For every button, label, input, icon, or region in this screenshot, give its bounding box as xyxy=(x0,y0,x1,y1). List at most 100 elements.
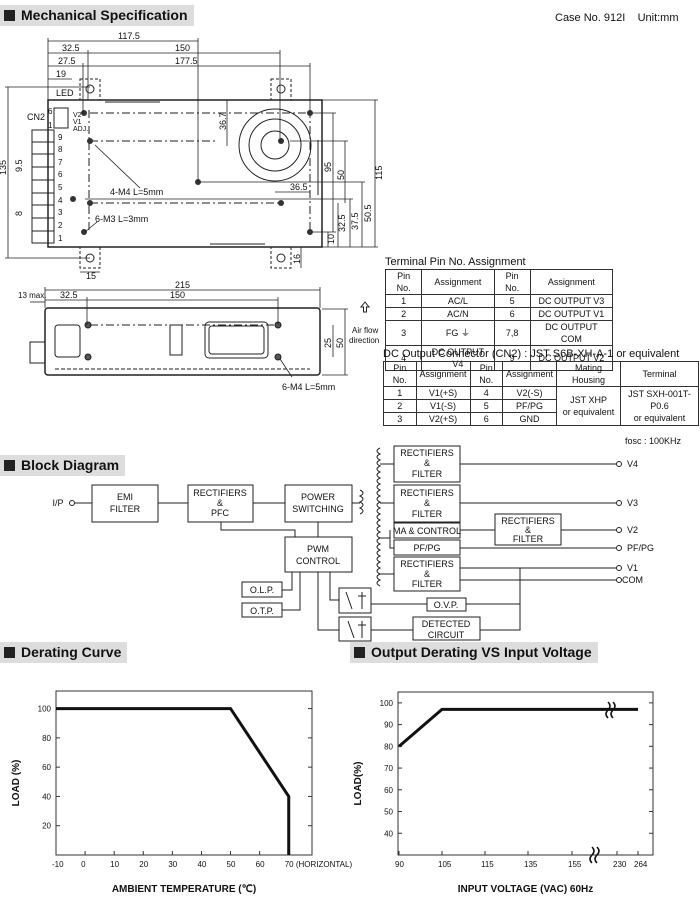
cell-line: or equivalent xyxy=(633,413,686,423)
table-cell: DC OUTPUT V3 xyxy=(529,294,614,308)
dim-label: 50.5 xyxy=(363,204,373,222)
mechanical-labels: 117.5 32.5 150 27.5 177.5 19 135 115 95 … xyxy=(0,31,384,281)
x-tick-label: 40 xyxy=(197,860,206,869)
terminal-table-title: Terminal Pin No. Assignment xyxy=(385,256,526,268)
series-line xyxy=(56,707,291,855)
block-label: RECTIFIERS xyxy=(400,448,454,458)
column-header: Mating Housing xyxy=(556,361,622,387)
mount-tab xyxy=(79,246,101,269)
y-axis-label: LOAD(%) xyxy=(353,762,364,806)
column-header: Assignment xyxy=(415,361,471,387)
dim-label: 19 xyxy=(56,69,66,79)
column-header: Pin No. xyxy=(493,269,531,295)
x-tick-label: 115 xyxy=(481,860,494,869)
x-tick-label: 50 xyxy=(227,860,236,869)
table-cell: DC OUTPUT COM xyxy=(529,320,614,346)
block-label: SWITCHING xyxy=(292,504,344,514)
output-label: COM xyxy=(622,575,643,585)
dim-label: 150 xyxy=(175,43,190,53)
block-label: & xyxy=(217,498,223,508)
table-cell: 6 xyxy=(469,412,504,426)
table-cell: AC/L xyxy=(421,294,495,308)
column-header: Pin No. xyxy=(469,361,504,387)
block-label: FILTER xyxy=(513,534,544,544)
mechanical-side-view xyxy=(29,287,371,378)
rect-filter-v4-label: RECTIFIERS&FILTER xyxy=(400,448,454,479)
y-tick-label: 100 xyxy=(38,705,52,714)
x-tick-label: 0 xyxy=(81,860,86,869)
dim-label: 25 xyxy=(323,338,333,348)
block-label: FILTER xyxy=(412,469,443,479)
y-tick-label: 90 xyxy=(384,721,393,730)
x-tick-label: 135 xyxy=(524,860,538,869)
block-label: EMI xyxy=(117,492,133,502)
table-row: 3 FG ⏚ 7,8 DC OUTPUT COM xyxy=(384,320,614,346)
table-cell: V1(+S) xyxy=(415,386,471,400)
x-axis-label: AMBIENT TEMPERATURE (℃) xyxy=(112,884,256,895)
y-tick-label: 40 xyxy=(384,829,393,838)
block-label: O.L.P. xyxy=(250,585,274,595)
table-cell: 3 xyxy=(383,412,417,426)
block-label: RECTIFIERS xyxy=(400,488,454,498)
x-tick-label: 90 xyxy=(395,860,404,869)
optocoupler-1 xyxy=(338,587,372,614)
table-cell: V2(+S) xyxy=(415,412,471,426)
y-tick-label: 100 xyxy=(380,699,394,708)
block-label: & xyxy=(424,498,430,508)
block-label: FILTER xyxy=(412,509,443,519)
x-axis-label: INPUT VOLTAGE (VAC) 60Hz xyxy=(458,884,594,895)
table-row: 1 V1(+S) 4 V2(-S) JST XHP or equivalent JST SX… xyxy=(383,386,699,426)
table-cell: 5 xyxy=(469,399,504,413)
terminal-cell: JST SXH-001T-P0.6 or equivalent xyxy=(620,386,699,426)
cn2-label: CN2 xyxy=(27,112,45,122)
table-cell: GND xyxy=(502,412,558,426)
cn2-connector-table: Pin No. Assignment Pin No. Assignment Mating… xyxy=(383,361,699,426)
mount-hole xyxy=(85,84,95,94)
terminal-number: 2 xyxy=(58,221,63,230)
series-line xyxy=(398,707,638,748)
airflow-label: direction xyxy=(349,336,379,345)
dim-label: 115 xyxy=(374,166,384,180)
fan-outer xyxy=(238,108,312,182)
adj-label: ADJ. xyxy=(73,126,88,133)
output-label: V1 xyxy=(627,563,638,573)
cn2-connector xyxy=(53,107,69,129)
mount-tab xyxy=(270,78,292,101)
terminal-number: 8 xyxy=(58,145,63,154)
pin-label: 6 xyxy=(48,107,53,116)
screw-note: 4-M4 L=5mm xyxy=(110,187,163,197)
y-tick-label: 80 xyxy=(42,734,51,743)
cn2-table-title: DC Output Connector (CN2) : JST S6B-XH-A… xyxy=(383,348,680,360)
table-cell: FG ⏚ xyxy=(421,320,495,346)
table-cell: 6 xyxy=(493,307,531,321)
v2-label: V2 xyxy=(73,112,82,119)
output-label: V2 xyxy=(627,525,638,535)
rect-filter-v3-label: RECTIFIERS&FILTER xyxy=(400,488,454,519)
table-cell: 4 xyxy=(469,386,504,400)
table-cell: V2(-S) xyxy=(502,386,558,400)
x-tick-label: 230 xyxy=(613,860,627,869)
cell-line: JST XHP xyxy=(570,395,607,405)
block-diagram: fosc : 100KHz I/P EMI FILTER RECTIFIERS … xyxy=(52,436,682,642)
table-cell: 5 xyxy=(493,294,531,308)
block-label: MA & CONTROL xyxy=(393,526,461,536)
mount-tab xyxy=(270,246,292,269)
optocoupler-2 xyxy=(338,616,372,642)
terminal-number: 5 xyxy=(58,183,63,192)
block-label: O.V.P. xyxy=(434,600,459,610)
fosc-label: fosc : 100KHz xyxy=(625,436,682,446)
side-connector xyxy=(29,341,46,364)
screw-note: 6-M4 L=5mm xyxy=(282,382,335,392)
dim-label: 50 xyxy=(336,170,346,180)
block-label: O.T.P. xyxy=(250,606,274,616)
block-label: PF/PG xyxy=(413,543,440,553)
pin-label: 1 xyxy=(48,121,53,130)
dim-label: 32.5 xyxy=(60,290,78,300)
terminal-number: 9 xyxy=(58,133,63,142)
table-cell: 2 xyxy=(383,399,417,413)
mount-hole xyxy=(276,253,286,263)
x-tick-label: 105 xyxy=(438,860,452,869)
dim-label: 37.5 xyxy=(350,212,360,230)
drawing-canvas: 117.5 32.5 150 27.5 177.5 19 135 115 95 … xyxy=(0,31,682,895)
led-label: LED xyxy=(56,88,74,98)
